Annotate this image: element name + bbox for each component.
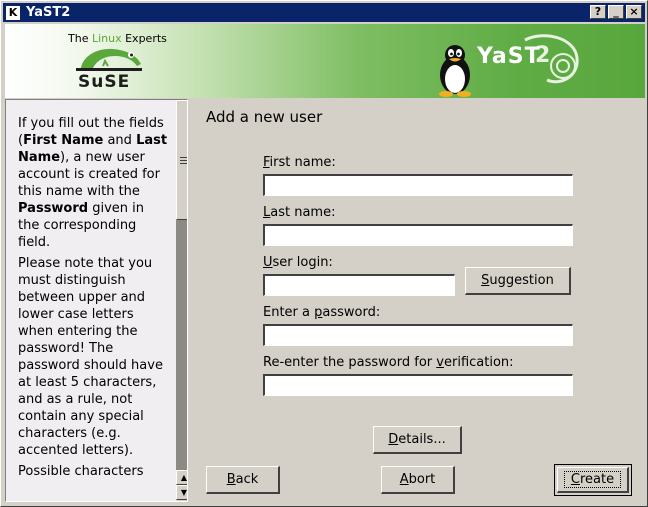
tux-penguin-icon xyxy=(439,45,471,97)
create-button[interactable]: Create xyxy=(554,464,632,496)
help-button[interactable]: ? xyxy=(590,5,606,19)
details-button[interactable]: Details... xyxy=(373,426,462,454)
scroll-down-button[interactable]: ▼ xyxy=(176,485,188,500)
up-arrow-icon: ▲ xyxy=(180,473,188,482)
window-controls: ? _ × xyxy=(588,5,642,19)
help-paragraph: If you fill out the fields (First Name a… xyxy=(18,116,168,250)
last-name-label: Last name: xyxy=(263,205,336,220)
title-bar[interactable]: K YaST2 ? _ × xyxy=(3,3,645,22)
scrollbar-thumb[interactable] xyxy=(176,100,187,220)
suse-logo: SuSE xyxy=(78,72,131,92)
user-login-label: User login: xyxy=(263,255,333,270)
help-text: If you fill out the fields (First Name a… xyxy=(18,115,168,484)
scrollbar-track[interactable] xyxy=(176,220,187,470)
password-input[interactable] xyxy=(263,324,573,346)
kde-app-icon[interactable]: K xyxy=(6,5,20,20)
window-title: YaST2 xyxy=(26,5,71,20)
close-button[interactable]: × xyxy=(626,5,642,19)
back-button[interactable]: Back xyxy=(206,466,280,494)
help-scrollbar[interactable]: ▲ ▼ xyxy=(176,100,188,501)
suse-chameleon-icon xyxy=(81,48,141,69)
last-name-input[interactable] xyxy=(263,224,573,246)
scroll-up-button[interactable]: ▲ xyxy=(176,470,188,485)
yast-banner: The Linux Experts SuSE 2 YaST xyxy=(5,24,645,98)
first-name-input[interactable] xyxy=(263,174,573,196)
yast-window: K YaST2 ? _ × The Linux Experts SuSE 2 Y… xyxy=(0,0,648,507)
help-panel[interactable]: If you fill out the fields (First Name a… xyxy=(5,99,188,502)
help-paragraph: Possible characters xyxy=(18,464,144,479)
create-button-label: Create xyxy=(563,471,622,488)
yast-logo: YaST xyxy=(477,44,541,69)
suse-underline xyxy=(76,68,142,71)
first-name-label: First name: xyxy=(263,155,336,170)
minimize-button[interactable]: _ xyxy=(608,5,624,19)
down-arrow-icon: ▼ xyxy=(180,488,188,497)
password-label: Enter a password: xyxy=(263,305,381,320)
user-login-input[interactable] xyxy=(263,274,455,296)
suse-tagline: The Linux Experts xyxy=(68,32,167,45)
grip-icon xyxy=(180,157,187,165)
password-verify-label: Re-enter the password for verification: xyxy=(263,355,514,370)
create-button-face: Create xyxy=(557,467,629,493)
help-paragraph: Please note that you must distinguish be… xyxy=(18,256,163,458)
password-verify-input[interactable] xyxy=(263,374,573,396)
page-title: Add a new user xyxy=(206,108,323,126)
abort-button[interactable]: Abort xyxy=(381,466,455,494)
suggestion-button[interactable]: Suggestion xyxy=(465,267,571,295)
